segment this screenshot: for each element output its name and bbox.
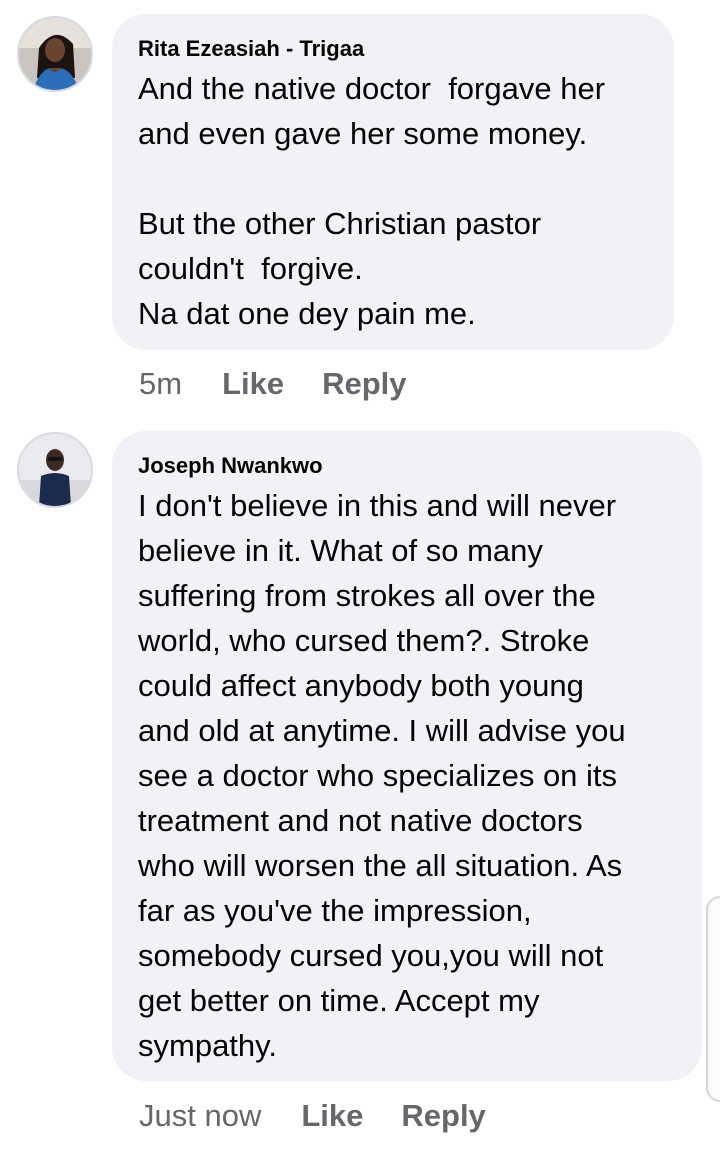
reply-button[interactable]: Reply [401, 1098, 485, 1134]
comment-timestamp[interactable]: 5m [139, 366, 182, 402]
comment-bubble: Rita Ezeasiah - Trigaa And the native do… [112, 14, 674, 350]
comment-actions: Just now Like Reply [139, 1098, 524, 1134]
comment-text: And the native doctor forgave her and ev… [138, 71, 606, 331]
comment-actions: 5m Like Reply [139, 366, 445, 402]
comment-text: I don't believe in this and will never b… [138, 488, 626, 1063]
profile-photo-icon [19, 434, 91, 506]
like-button[interactable]: Like [301, 1098, 363, 1134]
like-button[interactable]: Like [222, 366, 284, 402]
scroll-edge-handle[interactable] [706, 896, 720, 1102]
comment-author[interactable]: Rita Ezeasiah - Trigaa [138, 36, 648, 62]
comment-timestamp[interactable]: Just now [139, 1098, 261, 1134]
avatar[interactable] [17, 432, 93, 508]
avatar[interactable] [17, 16, 93, 92]
comment-bubble: Joseph Nwankwo I don't believe in this a… [112, 431, 702, 1081]
comment-author[interactable]: Joseph Nwankwo [138, 453, 676, 479]
reply-button[interactable]: Reply [322, 366, 406, 402]
profile-photo-icon [19, 18, 91, 90]
